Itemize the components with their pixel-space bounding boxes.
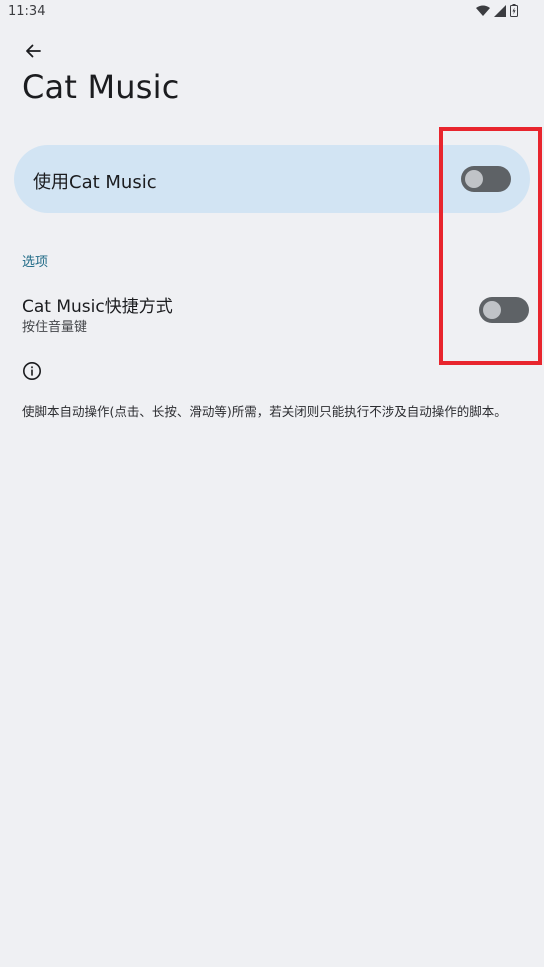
section-header-options: 选项 [22, 255, 49, 270]
status-bar: 11:34 [0, 0, 544, 24]
main-toggle-label: 使用Cat Music [33, 172, 157, 193]
status-icons [476, 4, 518, 17]
shortcut-subtitle: 按住音量键 [22, 320, 88, 335]
arrow-back-icon [26, 44, 41, 58]
signal-icon [494, 4, 506, 17]
wifi-icon [476, 5, 490, 16]
status-time: 11:34 [8, 4, 46, 19]
info-icon [23, 362, 41, 380]
page-title: Cat Music [22, 68, 180, 106]
info-text: 使脚本自动操作(点击、长按、滑动等)所需，若关闭则只能执行不涉及自动操作的脚本。 [22, 404, 507, 419]
battery-icon [510, 4, 518, 17]
shortcut-title: Cat Music快捷方式 [22, 297, 173, 317]
back-button[interactable] [20, 38, 46, 64]
highlight-annotation-box [439, 127, 542, 365]
